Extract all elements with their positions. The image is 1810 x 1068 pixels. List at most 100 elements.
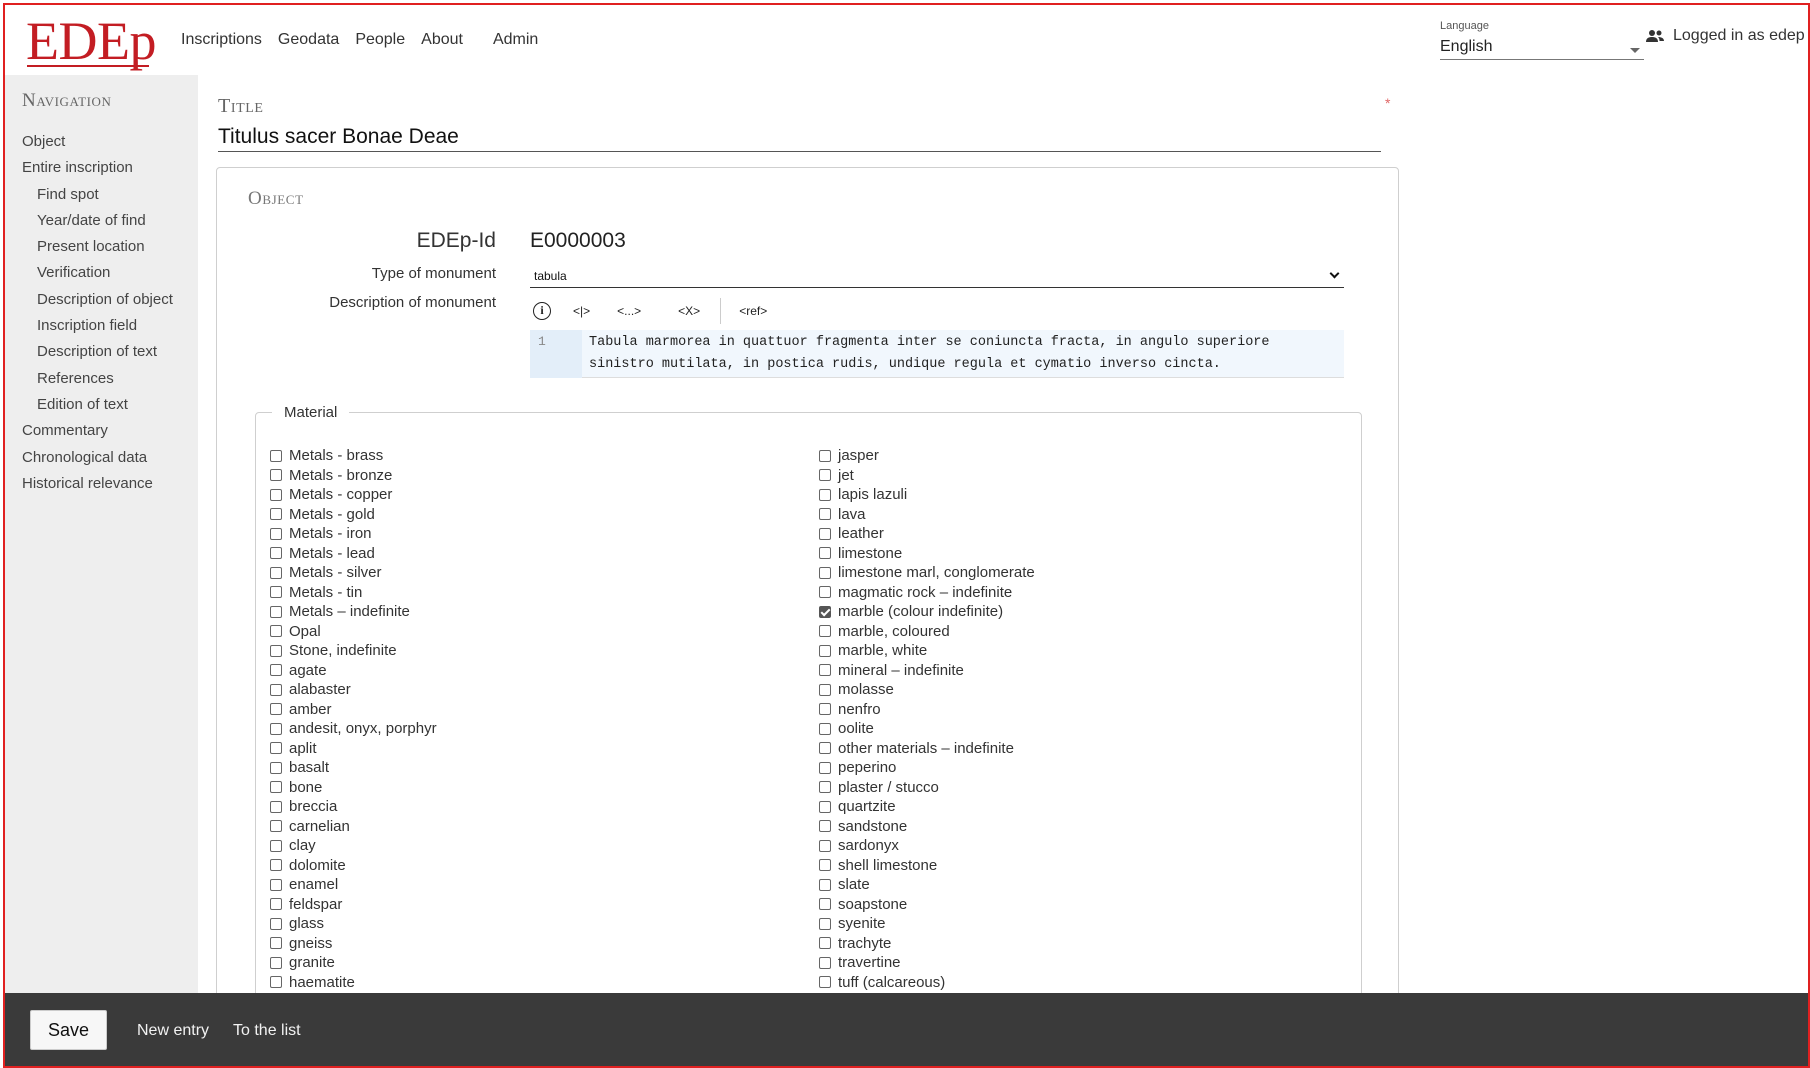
- info-icon[interactable]: i: [533, 302, 551, 320]
- material-checkbox[interactable]: [270, 976, 282, 989]
- edep-logo[interactable]: EDEp: [26, 13, 156, 69]
- material-checkbox[interactable]: [819, 683, 831, 696]
- material-checkbox[interactable]: [819, 605, 831, 618]
- material-option[interactable]: alabaster: [270, 680, 437, 700]
- material-option[interactable]: trachyte: [819, 934, 1035, 954]
- material-option[interactable]: Metals - tin: [270, 583, 437, 603]
- toolbar-button-x[interactable]: <X>: [678, 304, 700, 318]
- material-checkbox[interactable]: [270, 625, 282, 638]
- nav-people[interactable]: People: [355, 31, 405, 49]
- nav-about[interactable]: About: [421, 31, 463, 49]
- login-status[interactable]: Logged in as edep: [1645, 27, 1805, 45]
- material-checkbox[interactable]: [270, 703, 282, 716]
- material-checkbox[interactable]: [819, 937, 831, 950]
- material-checkbox[interactable]: [819, 956, 831, 969]
- material-option[interactable]: bone: [270, 778, 437, 798]
- sidebar-item[interactable]: Chronological data: [5, 445, 198, 471]
- material-checkbox[interactable]: [819, 527, 831, 540]
- material-checkbox[interactable]: [270, 644, 282, 657]
- sidebar-item[interactable]: Year/date of find: [5, 208, 198, 234]
- material-checkbox[interactable]: [270, 508, 282, 521]
- sidebar-item[interactable]: Description of text: [5, 339, 198, 365]
- toolbar-button-ellipsis[interactable]: <...>: [617, 304, 641, 318]
- sidebar-item[interactable]: Commentary: [5, 418, 198, 444]
- language-dropdown[interactable]: English: [1440, 36, 1644, 60]
- material-option[interactable]: plaster / stucco: [819, 778, 1035, 798]
- material-option[interactable]: Metals - brass: [270, 446, 437, 466]
- material-checkbox[interactable]: [270, 820, 282, 833]
- sidebar-item[interactable]: Edition of text: [5, 392, 198, 418]
- material-checkbox[interactable]: [819, 508, 831, 521]
- material-option[interactable]: limestone marl, conglomerate: [819, 563, 1035, 583]
- material-checkbox[interactable]: [270, 527, 282, 540]
- material-checkbox[interactable]: [270, 956, 282, 969]
- material-option[interactable]: oolite: [819, 719, 1035, 739]
- material-checkbox[interactable]: [270, 566, 282, 579]
- material-checkbox[interactable]: [819, 761, 831, 774]
- material-checkbox[interactable]: [819, 800, 831, 813]
- new-entry-link[interactable]: New entry: [137, 1022, 209, 1040]
- material-checkbox[interactable]: [819, 625, 831, 638]
- material-option[interactable]: Metals - bronze: [270, 466, 437, 486]
- material-checkbox[interactable]: [270, 547, 282, 560]
- material-option[interactable]: sardonyx: [819, 836, 1035, 856]
- nav-inscriptions[interactable]: Inscriptions: [181, 31, 262, 49]
- material-checkbox[interactable]: [819, 917, 831, 930]
- material-checkbox[interactable]: [819, 703, 831, 716]
- material-option[interactable]: amber: [270, 700, 437, 720]
- material-checkbox[interactable]: [270, 742, 282, 755]
- material-checkbox[interactable]: [819, 664, 831, 677]
- sidebar-item[interactable]: References: [5, 366, 198, 392]
- material-checkbox[interactable]: [270, 800, 282, 813]
- material-option[interactable]: gneiss: [270, 934, 437, 954]
- material-checkbox[interactable]: [819, 644, 831, 657]
- description-editor[interactable]: 1 Tabula marmorea in quattuor fragmenta …: [530, 330, 1344, 378]
- material-checkbox[interactable]: [819, 859, 831, 872]
- material-checkbox[interactable]: [270, 683, 282, 696]
- material-option[interactable]: glass: [270, 914, 437, 934]
- material-checkbox[interactable]: [270, 878, 282, 891]
- material-checkbox[interactable]: [270, 664, 282, 677]
- material-option[interactable]: syenite: [819, 914, 1035, 934]
- material-option[interactable]: Metals – indefinite: [270, 602, 437, 622]
- material-option[interactable]: dolomite: [270, 856, 437, 876]
- material-option[interactable]: marble, coloured: [819, 622, 1035, 642]
- material-option[interactable]: carnelian: [270, 817, 437, 837]
- material-option[interactable]: Metals - lead: [270, 544, 437, 564]
- to-the-list-link[interactable]: To the list: [233, 1022, 301, 1040]
- material-checkbox[interactable]: [819, 839, 831, 852]
- sidebar-item[interactable]: Historical relevance: [5, 471, 198, 497]
- material-option[interactable]: agate: [270, 661, 437, 681]
- sidebar-item[interactable]: Inscription field: [5, 313, 198, 339]
- material-option[interactable]: magmatic rock – indefinite: [819, 583, 1035, 603]
- material-checkbox[interactable]: [819, 878, 831, 891]
- material-option[interactable]: Stone, indefinite: [270, 641, 437, 661]
- material-option[interactable]: breccia: [270, 797, 437, 817]
- material-option[interactable]: granite: [270, 953, 437, 973]
- material-option[interactable]: quartzite: [819, 797, 1035, 817]
- material-option[interactable]: tuff (calcareous): [819, 973, 1035, 993]
- material-checkbox[interactable]: [270, 761, 282, 774]
- material-option[interactable]: enamel: [270, 875, 437, 895]
- sidebar-item[interactable]: Description of object: [5, 287, 198, 313]
- material-checkbox[interactable]: [270, 722, 282, 735]
- material-option[interactable]: peperino: [819, 758, 1035, 778]
- material-option[interactable]: andesit, onyx, porphyr: [270, 719, 437, 739]
- material-option[interactable]: feldspar: [270, 895, 437, 915]
- material-checkbox[interactable]: [270, 839, 282, 852]
- editor-text[interactable]: Tabula marmorea in quattuor fragmenta in…: [589, 332, 1339, 376]
- material-option[interactable]: basalt: [270, 758, 437, 778]
- material-option[interactable]: lava: [819, 505, 1035, 525]
- material-checkbox[interactable]: [819, 547, 831, 560]
- nav-admin[interactable]: Admin: [493, 31, 538, 49]
- material-option[interactable]: haematite: [270, 973, 437, 993]
- save-button[interactable]: Save: [30, 1010, 107, 1050]
- material-option[interactable]: jasper: [819, 446, 1035, 466]
- material-checkbox[interactable]: [819, 488, 831, 501]
- material-checkbox[interactable]: [270, 488, 282, 501]
- material-checkbox[interactable]: [819, 722, 831, 735]
- sidebar-item[interactable]: Present location: [5, 234, 198, 260]
- title-input[interactable]: [218, 122, 1381, 152]
- material-option[interactable]: nenfro: [819, 700, 1035, 720]
- material-option[interactable]: clay: [270, 836, 437, 856]
